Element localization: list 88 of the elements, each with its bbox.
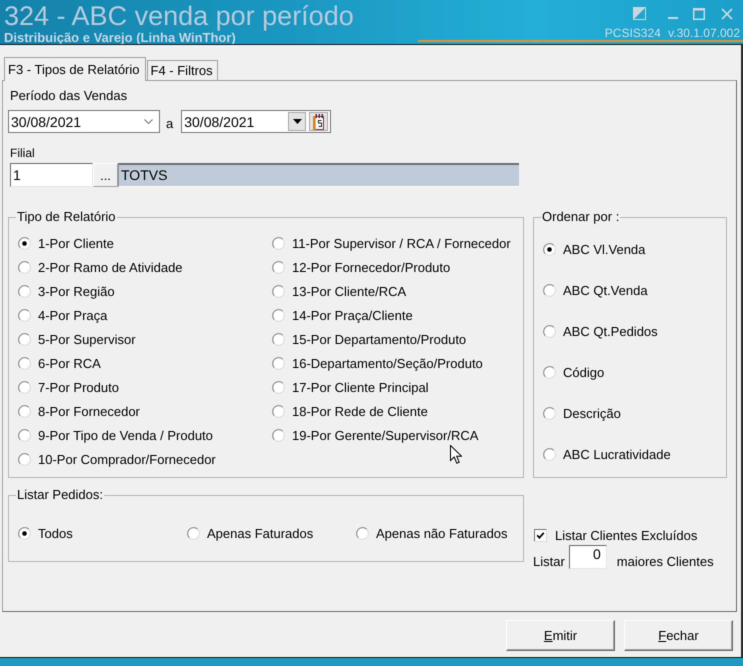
lookup-button[interactable]: ... [93, 163, 118, 187]
exclude-clients-checkbox[interactable]: Listar Clientes Excluídos [534, 528, 698, 542]
maximize-icon[interactable] [693, 8, 705, 20]
report-type-option[interactable]: 15-Por Departamento/Produto [272, 327, 466, 351]
order-filter-option[interactable]: Apenas Faturados [187, 525, 314, 541]
radio-icon[interactable] [18, 380, 31, 394]
emit-button[interactable]: Emitir [506, 620, 615, 651]
radio-icon[interactable] [272, 236, 285, 250]
close-icon[interactable] [721, 8, 733, 20]
sort-option[interactable]: ABC Qt.Venda [543, 282, 648, 298]
calendar-button[interactable] [309, 112, 328, 131]
radio-icon[interactable] [543, 448, 556, 460]
radio-icon[interactable] [18, 260, 31, 274]
radio-icon[interactable] [272, 404, 285, 418]
report-type-option[interactable]: 14-Por Praça/Cliente [272, 303, 413, 327]
radio-icon[interactable] [272, 356, 285, 370]
radio-icon[interactable] [543, 366, 556, 378]
close-button[interactable]: Fechar [624, 620, 733, 651]
split-square-icon[interactable] [633, 7, 646, 20]
radio-icon[interactable] [543, 406, 556, 420]
report-type-option[interactable]: 1-Por Cliente [18, 231, 114, 255]
top-clients-suffix: maiores Clientes [616, 554, 714, 569]
sort-option[interactable]: Código [543, 364, 604, 380]
radio-icon[interactable] [18, 356, 31, 370]
branch-name-field: TOTVS [118, 163, 519, 187]
radio-icon[interactable] [272, 308, 285, 322]
report-type-option[interactable]: 3-Por Região [18, 279, 115, 303]
sort-option[interactable]: Descrição [543, 405, 621, 421]
order-filter-option[interactable]: Todos [18, 525, 73, 541]
sort-option[interactable]: ABC Lucratividade [543, 446, 671, 462]
window-subtitle: Distribuição e Varejo (Linha WinThor) [4, 31, 236, 44]
radio-icon[interactable] [18, 332, 31, 346]
radio-icon[interactable] [18, 404, 31, 418]
radio-icon[interactable] [187, 526, 200, 540]
branch-label: Filial [10, 146, 35, 160]
date-separator: a [166, 114, 174, 132]
report-type-option[interactable]: 6-Por RCA [18, 351, 101, 375]
radio-icon[interactable] [18, 526, 31, 540]
group-title: Ordenar por : [541, 210, 620, 224]
radio-icon[interactable] [543, 242, 556, 256]
order-filter-option[interactable]: Apenas não Faturados [356, 525, 508, 541]
radio-icon[interactable] [18, 308, 31, 322]
window-title: 324 - ABC venda por período [4, 1, 354, 31]
report-type-option[interactable]: 7-Por Produto [18, 375, 119, 399]
radio-icon[interactable] [272, 380, 285, 394]
radio-icon[interactable] [272, 332, 285, 346]
radio-icon[interactable] [543, 324, 556, 338]
top-count-field[interactable]: 0 [568, 545, 607, 569]
radio-icon[interactable] [272, 260, 285, 274]
caret-icon [292, 119, 302, 124]
report-type-option[interactable]: 4-Por Praça [18, 303, 108, 327]
dropdown-button[interactable] [288, 112, 306, 131]
radio-icon[interactable] [18, 428, 31, 442]
radio-icon[interactable] [18, 284, 31, 298]
report-type-option[interactable]: 10-Por Comprador/Fornecedor [18, 447, 216, 471]
radio-icon[interactable] [18, 452, 31, 466]
period-label: Período das Vendas [10, 88, 128, 104]
sort-option[interactable]: ABC Vl.Venda [543, 241, 646, 257]
report-type-option[interactable]: 5-Por Supervisor [18, 327, 136, 351]
start-date-field[interactable]: 30/08/2021 [8, 110, 160, 133]
report-type-option[interactable]: 12-Por Fornecedor/Produto [272, 255, 450, 279]
group-title: Listar Pedidos: [16, 488, 104, 502]
radio-icon[interactable] [356, 526, 369, 540]
radio-icon[interactable] [272, 284, 285, 298]
radio-icon[interactable] [543, 284, 556, 296]
calendar-icon [312, 114, 326, 130]
sort-option[interactable]: ABC Qt.Pedidos [543, 323, 658, 339]
radio-icon[interactable] [18, 236, 31, 250]
tab[interactable]: F3 - Tipos de Relatório [4, 57, 146, 81]
group-title: Tipo de Relatório [16, 210, 117, 224]
report-type-option[interactable]: 2-Por Ramo de Atividade [18, 255, 183, 279]
tab[interactable]: F4 - Filtros [146, 60, 218, 80]
report-type-option[interactable]: 13-Por Cliente/RCA [272, 279, 406, 303]
report-type-option[interactable]: 9-Por Tipo de Venda / Produto [18, 423, 213, 447]
report-type-option[interactable]: 16-Departamento/Seção/Produto [272, 351, 483, 375]
report-type-option[interactable]: 19-Por Gerente/Supervisor/RCA [272, 423, 478, 447]
report-type-option[interactable]: 18-Por Rede de Cliente [272, 399, 428, 423]
report-type-option[interactable]: 17-Por Cliente Principal [272, 375, 429, 399]
checkbox-icon[interactable] [534, 528, 547, 542]
top-clients-prefix: Listar [533, 554, 565, 569]
mouse-pointer-icon [450, 445, 462, 464]
report-type-option[interactable]: 8-Por Fornecedor [18, 399, 140, 423]
branch-code-field[interactable]: 1 [10, 163, 93, 187]
report-type-option[interactable]: 11-Por Supervisor / RCA / Fornecedor [272, 231, 511, 255]
version-label: PCSIS324 v.30.1.07.002 [604, 27, 741, 40]
end-date-field[interactable]: 30/08/2021 [182, 111, 286, 132]
chevron-down-icon[interactable] [144, 119, 153, 124]
radio-icon[interactable] [272, 428, 285, 442]
